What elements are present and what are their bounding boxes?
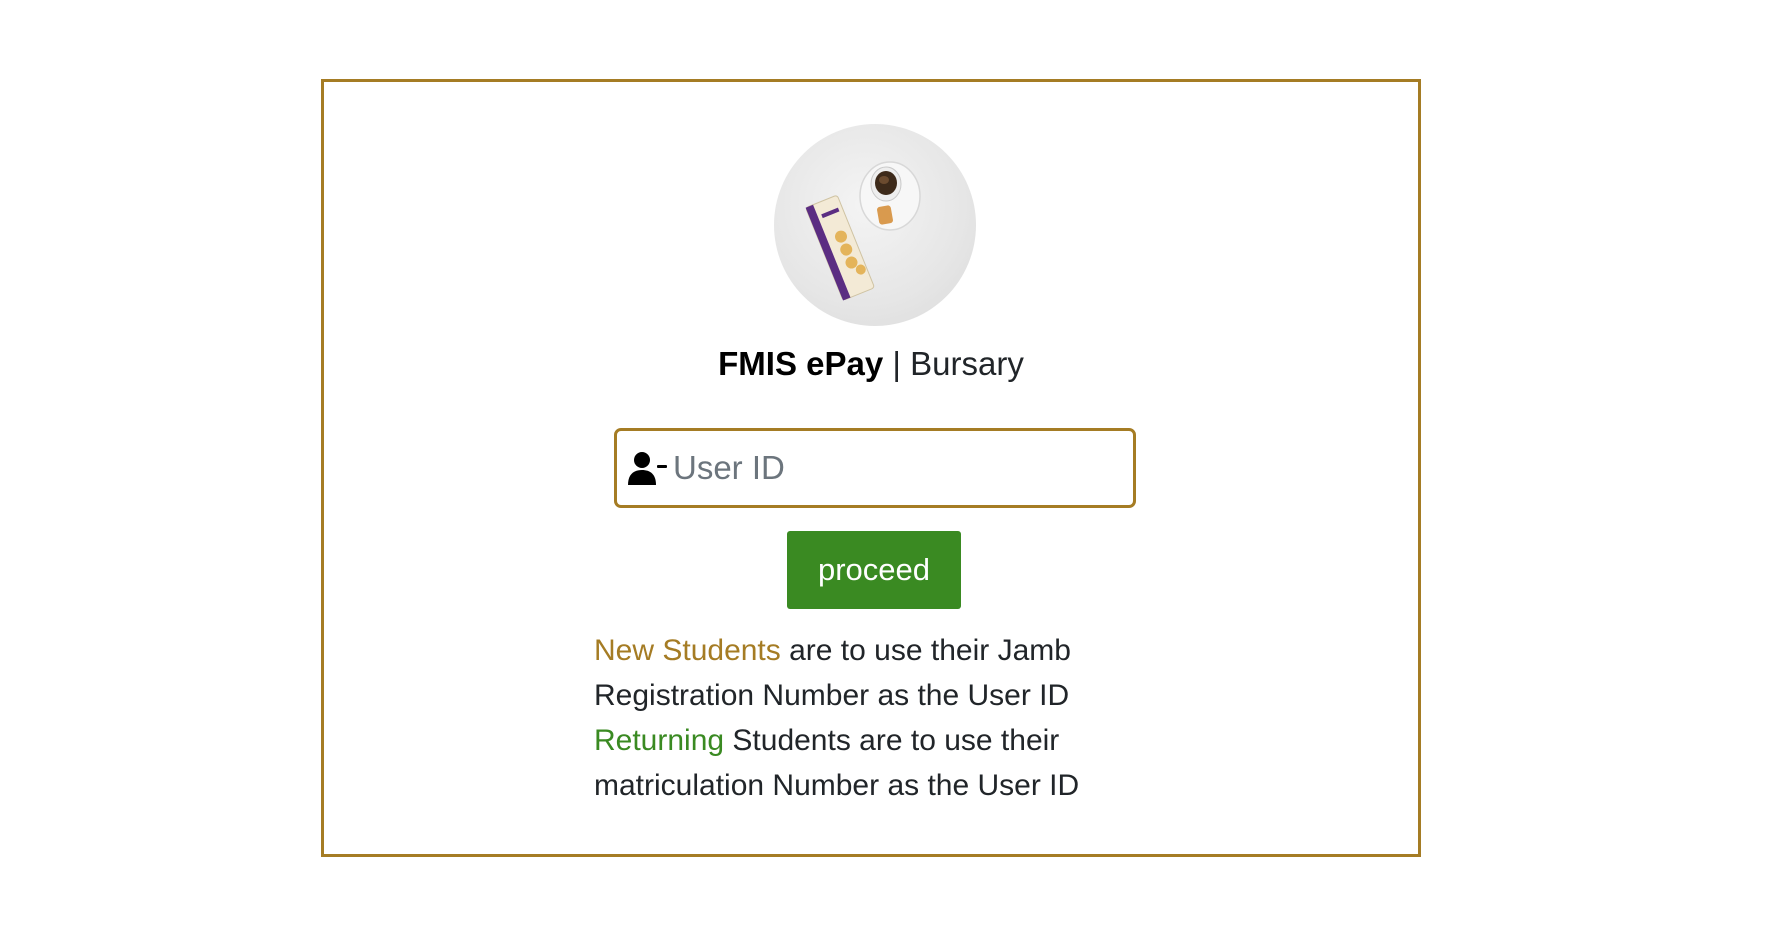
brand-name: FMIS ePay bbox=[718, 345, 884, 382]
returning-highlight: Returning bbox=[594, 724, 725, 757]
new-students-note: New Students are to use their Jamb Regis… bbox=[594, 628, 1114, 718]
login-card: FMIS ePay | Bursary proceed New Students… bbox=[321, 79, 1421, 857]
avatar bbox=[774, 124, 976, 326]
title-separator: | bbox=[883, 345, 911, 382]
user-id-input[interactable] bbox=[673, 431, 1113, 505]
product-photo-image bbox=[805, 161, 921, 301]
returning-students-note: Returning Students are to use their matr… bbox=[594, 718, 1114, 808]
proceed-button[interactable]: proceed bbox=[787, 531, 961, 609]
user-minus-icon bbox=[628, 452, 667, 485]
instructions: New Students are to use their Jamb Regis… bbox=[594, 628, 1114, 808]
new-students-highlight: New Students bbox=[594, 634, 781, 667]
page-title: FMIS ePay | Bursary bbox=[324, 344, 1418, 384]
section-name: Bursary bbox=[910, 345, 1024, 382]
user-id-field[interactable] bbox=[614, 428, 1136, 508]
